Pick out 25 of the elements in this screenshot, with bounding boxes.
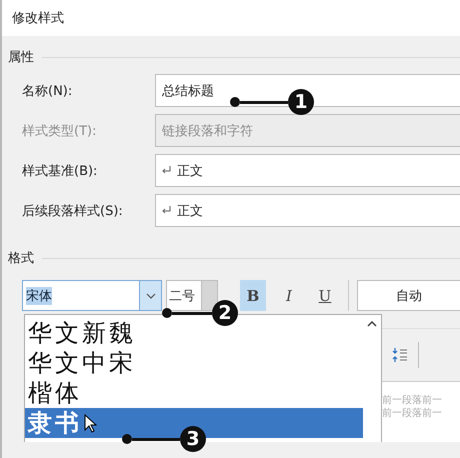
- window-title: 修改样式: [12, 10, 64, 27]
- caret-icon: [146, 292, 156, 298]
- bold-button[interactable]: B: [240, 280, 266, 311]
- style-select[interactable]: 正文: [155, 154, 460, 187]
- field-label: 样式类型(T):: [22, 122, 98, 140]
- italic-button[interactable]: I: [276, 280, 302, 311]
- underline-button[interactable]: U: [312, 280, 338, 311]
- input-field: 链接段落和字符: [155, 114, 460, 147]
- field-label: 名称(N):: [22, 82, 74, 100]
- font-list-item[interactable]: 华文中宋: [25, 348, 363, 378]
- style-select[interactable]: 正文: [155, 194, 460, 227]
- field-label: 样式基准(B):: [22, 162, 98, 180]
- cursor-icon: [84, 414, 97, 432]
- font-list-item[interactable]: 楷体: [25, 378, 363, 408]
- color-combobox[interactable]: 自动: [357, 280, 460, 311]
- field-label: 后续段落样式(S):: [22, 202, 124, 220]
- size-field[interactable]: 二号: [166, 280, 202, 311]
- scroll-up-icon[interactable]: [367, 321, 377, 327]
- size-dropdown[interactable]: [202, 280, 218, 311]
- spacing-icon[interactable]: [392, 347, 408, 363]
- preview-text: 前一段落前一: [382, 394, 443, 407]
- section-heading: 属性: [8, 49, 34, 66]
- section-heading: 格式: [8, 250, 34, 267]
- font-combobox[interactable]: 宋体: [22, 280, 162, 311]
- preview-text: 前一段落前一: [382, 407, 443, 420]
